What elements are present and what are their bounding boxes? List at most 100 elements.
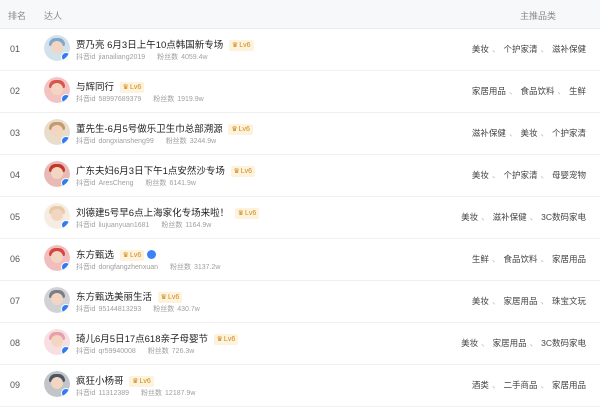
avatar[interactable] bbox=[44, 203, 70, 229]
fans-count: 12187.9w bbox=[165, 390, 196, 397]
level-badge: ♛Lv6 bbox=[129, 376, 154, 387]
avatar[interactable] bbox=[44, 287, 70, 313]
category-tag: 美妆 bbox=[471, 44, 489, 54]
category-tag: 美妆 bbox=[461, 212, 479, 222]
fans-label: 粉丝数 bbox=[157, 54, 179, 61]
level-badge: ♛Lv6 bbox=[228, 40, 254, 51]
table-row[interactable]: 08 琦儿6月5日17点618亲子母婴节 ♛Lv6 抖音id qr59940008… bbox=[0, 323, 600, 365]
talent-name-line: 疯狂小杨哥 ♛Lv6 bbox=[76, 373, 154, 387]
level-label: Lv6 bbox=[239, 42, 251, 49]
fans-label: 粉丝数 bbox=[165, 138, 187, 145]
talent-meta: 抖音id 95144813293 粉丝数 430.7w bbox=[76, 304, 200, 314]
fans-count: 430.7w bbox=[177, 306, 200, 313]
category-tag: 美妆 bbox=[520, 128, 538, 138]
douyin-id: dongfangzhenxuan bbox=[98, 264, 159, 271]
rank-number: 08 bbox=[10, 338, 21, 348]
table-body: 01 贾乃亮 6月3日上午10点韩国新专场 ♛Lv6 抖音id jianailia… bbox=[0, 29, 600, 407]
talent-meta: 抖音id AresCheng 粉丝数 6141.9w bbox=[76, 178, 196, 188]
category-list: 滋补保健、美妆、个护家清 bbox=[472, 127, 586, 139]
talent-name-line: 琦儿6月5日17点618亲子母婴节 ♛Lv6 bbox=[76, 331, 239, 345]
verified-icon bbox=[61, 52, 70, 61]
talent-name[interactable]: 琦儿6月5日17点618亲子母婴节 bbox=[76, 334, 208, 345]
fans-label: 粉丝数 bbox=[145, 180, 167, 187]
avatar[interactable] bbox=[44, 329, 70, 355]
verified-icon bbox=[61, 388, 70, 397]
talent-name[interactable]: 刘德建5号早6点上海家化专场来啦！ bbox=[76, 208, 229, 219]
crown-icon: ♛ bbox=[216, 336, 223, 343]
header-category: 主推品类 bbox=[520, 11, 557, 21]
table-row[interactable]: 09 疯狂小杨哥 ♛Lv6 抖音id 11312389 粉丝数 12187.9w 酒… bbox=[0, 365, 600, 407]
douyin-id-label: 抖音id bbox=[76, 222, 96, 229]
talent-name[interactable]: 与辉同行 bbox=[76, 82, 114, 93]
avatar[interactable] bbox=[44, 119, 70, 145]
avatar[interactable] bbox=[44, 245, 70, 271]
douyin-id-label: 抖音id bbox=[76, 264, 96, 271]
talent-name-line: 东方甄选美丽生活 ♛Lv6 bbox=[76, 289, 183, 303]
talent-ranking-table: 排名 达人 主推品类 01 贾乃亮 6月3日上午10点韩国新专场 ♛Lv6 抖音… bbox=[0, 0, 600, 407]
verified-icon bbox=[61, 94, 70, 103]
category-list: 家居用品、食品饮料、生鲜 bbox=[472, 85, 586, 97]
rank-number: 06 bbox=[10, 254, 21, 264]
category-tag: 3C数码家电 bbox=[541, 212, 586, 222]
talent-meta: 抖音id 11312389 粉丝数 12187.9w bbox=[76, 388, 195, 398]
category-separator: 、 bbox=[540, 170, 549, 180]
level-label: Lv6 bbox=[245, 210, 257, 217]
table-row[interactable]: 04 广东夫妇6月3日下午1点安然沙专场 ♛Lv6 抖音id AresCheng … bbox=[0, 155, 600, 197]
avatar[interactable] bbox=[44, 77, 70, 103]
avatar-face bbox=[51, 209, 63, 221]
talent-meta: 抖音id jianailiang2019 粉丝数 4059.4w bbox=[76, 52, 208, 62]
douyin-id-label: 抖音id bbox=[76, 390, 96, 397]
talent-name-line: 广东夫妇6月3日下午1点安然沙专场 ♛Lv6 bbox=[76, 163, 256, 177]
category-separator: 、 bbox=[481, 338, 490, 348]
rank-number: 02 bbox=[10, 86, 21, 96]
talent-name[interactable]: 董先生-6月5号做乐卫生巾总部溯源 bbox=[76, 124, 223, 135]
fans-label: 粉丝数 bbox=[153, 306, 175, 313]
category-separator: 、 bbox=[540, 380, 549, 390]
category-tag: 生鲜 bbox=[568, 86, 586, 96]
level-badge: ♛Lv6 bbox=[230, 166, 256, 177]
talent-name[interactable]: 广东夫妇6月3日下午1点安然沙专场 bbox=[76, 166, 225, 177]
talent-name[interactable]: 东方甄选美丽生活 bbox=[76, 292, 152, 303]
table-row[interactable]: 01 贾乃亮 6月3日上午10点韩国新专场 ♛Lv6 抖音id jianailia… bbox=[0, 29, 600, 71]
douyin-id: 95144813293 bbox=[98, 306, 142, 313]
table-row[interactable]: 03 董先生-6月5号做乐卫生巾总部溯源 ♛Lv6 抖音id dongxiansh… bbox=[0, 113, 600, 155]
table-row[interactable]: 06 东方甄选 ♛Lv6 抖音id dongfangzhenxuan 粉丝数 313… bbox=[0, 239, 600, 281]
category-tag: 珠宝文玩 bbox=[551, 296, 586, 306]
level-label: Lv6 bbox=[139, 378, 151, 385]
fans-count: 726.3w bbox=[171, 348, 195, 355]
talent-name[interactable]: 贾乃亮 6月3日上午10点韩国新专场 bbox=[76, 40, 223, 51]
table-row[interactable]: 07 东方甄选美丽生活 ♛Lv6 抖音id 95144813293 粉丝数 430.… bbox=[0, 281, 600, 323]
category-separator: 、 bbox=[529, 212, 539, 222]
level-badge: ♛Lv6 bbox=[228, 124, 253, 135]
talent-name[interactable]: 疯狂小杨哥 bbox=[76, 376, 124, 387]
avatar[interactable] bbox=[44, 371, 70, 397]
table-header: 排名 达人 主推品类 bbox=[0, 0, 600, 29]
avatar-face bbox=[51, 83, 63, 95]
avatar[interactable] bbox=[44, 35, 70, 61]
table-row[interactable]: 02 与辉同行 ♛Lv6 抖音id 58997689379 粉丝数 1919.9w … bbox=[0, 71, 600, 113]
talent-name-line: 贾乃亮 6月3日上午10点韩国新专场 ♛Lv6 bbox=[76, 37, 254, 51]
level-label: Lv6 bbox=[129, 84, 142, 91]
crown-icon: ♛ bbox=[160, 294, 167, 301]
verified-icon bbox=[61, 178, 70, 187]
category-separator: 、 bbox=[481, 212, 490, 222]
category-list: 美妆、个护家清、母婴宠物 bbox=[472, 169, 586, 181]
category-tag: 美妆 bbox=[471, 170, 489, 180]
verified-icon bbox=[61, 136, 70, 145]
douyin-id-label: 抖音id bbox=[76, 348, 96, 355]
talent-name[interactable]: 东方甄选 bbox=[76, 250, 114, 261]
douyin-id-label: 抖音id bbox=[76, 180, 96, 187]
fans-label: 粉丝数 bbox=[169, 264, 191, 271]
table-row[interactable]: 05 刘德建5号早6点上海家化专场来啦！ ♛Lv6 抖音id liujuanyua… bbox=[0, 197, 600, 239]
rank-number: 03 bbox=[10, 128, 21, 138]
category-separator: 、 bbox=[491, 44, 501, 54]
category-separator: 、 bbox=[529, 338, 539, 348]
avatar-face bbox=[51, 41, 63, 53]
crown-icon: ♛ bbox=[122, 252, 129, 259]
talent-meta: 抖音id qr59940008 粉丝数 726.3w bbox=[76, 346, 194, 356]
category-separator: 、 bbox=[491, 296, 501, 306]
category-tag: 美妆 bbox=[461, 338, 479, 348]
category-separator: 、 bbox=[540, 254, 549, 264]
avatar[interactable] bbox=[44, 161, 70, 187]
category-separator: 、 bbox=[540, 44, 549, 54]
